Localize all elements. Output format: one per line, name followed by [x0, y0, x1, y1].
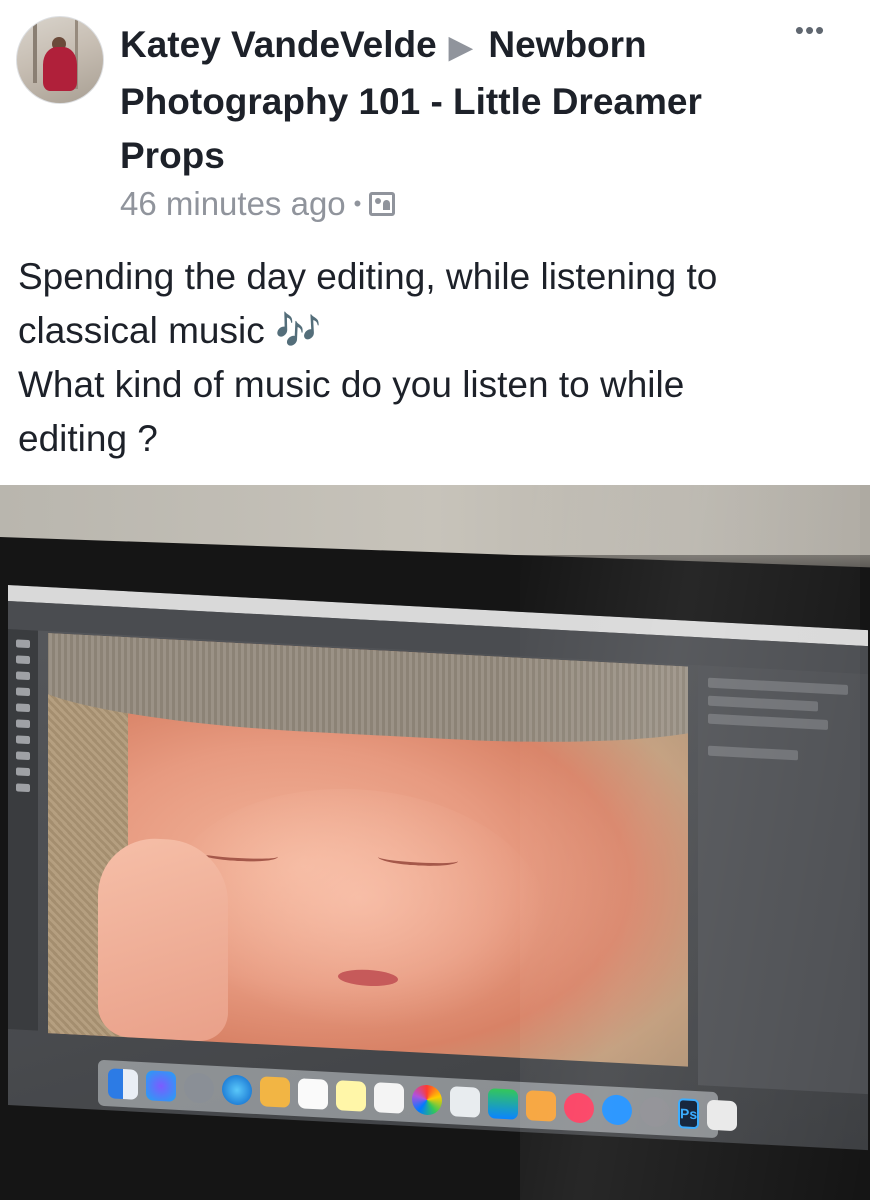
safari-icon — [222, 1074, 252, 1106]
notes-icon — [336, 1080, 366, 1112]
tool-icon — [16, 735, 30, 745]
more-options-button[interactable]: ••• — [790, 17, 830, 44]
screen-glare — [520, 485, 860, 1200]
baby-hand — [98, 835, 228, 1043]
numbers-icon — [488, 1088, 518, 1120]
tool-icon — [16, 687, 30, 697]
post-title-line: Katey VandeVelde ▶ Newborn Photography 1… — [120, 18, 760, 183]
calendar-icon — [298, 1078, 328, 1110]
tool-icon — [16, 639, 30, 649]
author-name[interactable]: Katey VandeVelde — [120, 24, 437, 65]
contacts-icon — [260, 1076, 290, 1108]
tool-icon — [16, 703, 30, 713]
post-meta: 46 minutes ago • — [120, 182, 396, 226]
right-triangle-icon: ▶ — [449, 31, 473, 64]
post-timestamp[interactable]: 46 minutes ago — [120, 185, 346, 223]
launchpad-icon — [184, 1072, 214, 1104]
tool-icon — [16, 655, 30, 665]
tool-icon — [16, 783, 30, 793]
photo-album-icon — [369, 192, 396, 216]
tool-icon — [16, 767, 30, 777]
tool-icon — [16, 751, 30, 761]
author-avatar[interactable] — [16, 16, 104, 104]
post-text-line: Spending the day editing, while listenin… — [18, 256, 718, 297]
tool-icon — [16, 671, 30, 681]
photos-icon — [412, 1084, 442, 1116]
post-header: Katey VandeVelde ▶ Newborn Photography 1… — [0, 0, 870, 240]
reminders-icon — [374, 1082, 404, 1114]
siri-icon — [146, 1070, 176, 1102]
tool-icon — [16, 719, 30, 729]
meta-separator: • — [353, 191, 362, 216]
post-photo[interactable]: Ps — [0, 485, 870, 1200]
post-body: Spending the day editing, while listenin… — [18, 250, 858, 466]
facetime-icon — [450, 1086, 480, 1118]
ps-toolbar — [8, 629, 38, 1031]
post-text-line: classical music 🎶 — [18, 310, 322, 351]
finder-icon — [108, 1068, 138, 1100]
post-text-line: editing ? — [18, 418, 158, 459]
post-text-line: What kind of music do you listen to whil… — [18, 364, 685, 405]
